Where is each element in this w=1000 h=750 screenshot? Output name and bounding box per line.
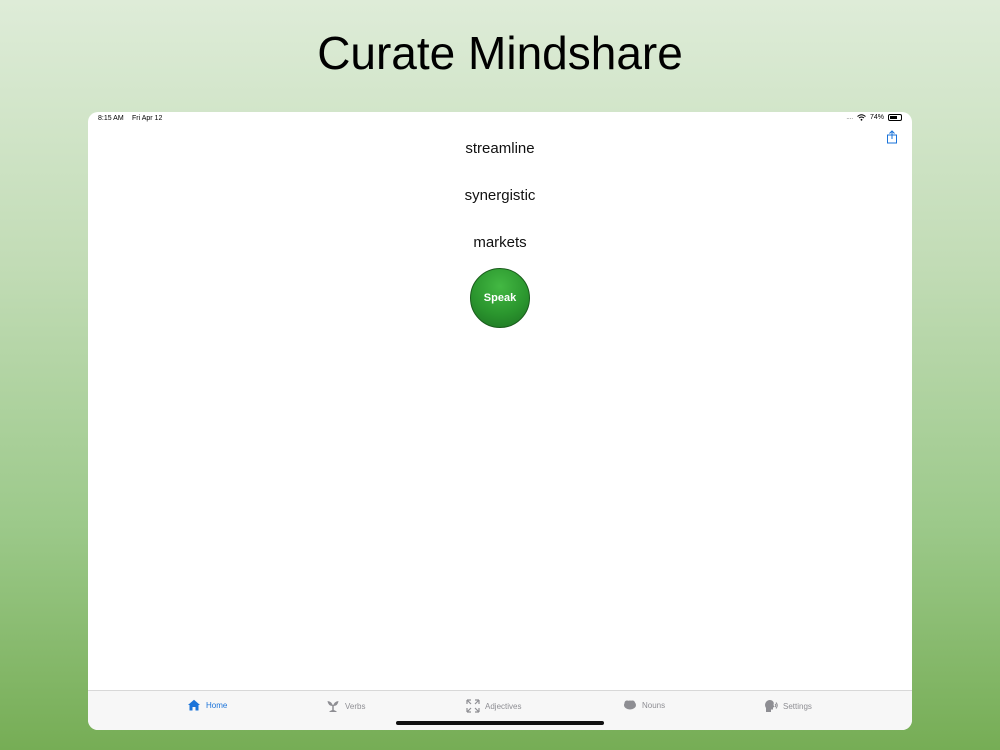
ipad-screen: 8:15 AM Fri Apr 12 .... 74% streamline s…	[88, 112, 912, 730]
tab-verbs[interactable]: Verbs	[326, 699, 365, 713]
speak-button[interactable]: Speak	[470, 268, 530, 328]
battery-icon	[888, 114, 902, 121]
tab-adjectives-label: Adjectives	[485, 701, 522, 711]
tab-nouns-label: Nouns	[642, 700, 666, 710]
tab-home[interactable]: Home	[187, 699, 227, 711]
tab-home-label: Home	[206, 700, 228, 710]
sprout-icon	[327, 701, 339, 712]
tab-verbs-label: Verbs	[345, 701, 366, 711]
signal-icon: ....	[846, 114, 853, 121]
tab-adjectives[interactable]: Adjectives	[466, 699, 521, 713]
tab-nouns[interactable]: Nouns	[623, 699, 665, 711]
adjective-word: synergistic	[464, 187, 536, 204]
status-date: Fri Apr 12	[132, 115, 163, 122]
battery-percent: 74%	[869, 114, 884, 121]
cloud-icon	[624, 700, 636, 710]
speaking-head-icon	[765, 700, 778, 712]
tab-settings[interactable]: Settings	[764, 699, 812, 713]
home-indicator[interactable]	[396, 721, 604, 725]
battery-fill	[890, 116, 898, 119]
noun-word: markets	[473, 234, 527, 251]
status-bar: 8:15 AM Fri Apr 12 .... 74%	[88, 112, 912, 126]
expand-icon	[466, 699, 480, 713]
status-indicators: .... 74%	[846, 114, 902, 121]
page-headline: Curate Mindshare	[317, 27, 683, 79]
home-icon	[188, 699, 200, 711]
tab-settings-label: Settings	[783, 701, 812, 711]
status-time: 8:15 AM	[98, 115, 124, 122]
wifi-icon	[857, 114, 866, 121]
verb-word: streamline	[465, 140, 535, 157]
